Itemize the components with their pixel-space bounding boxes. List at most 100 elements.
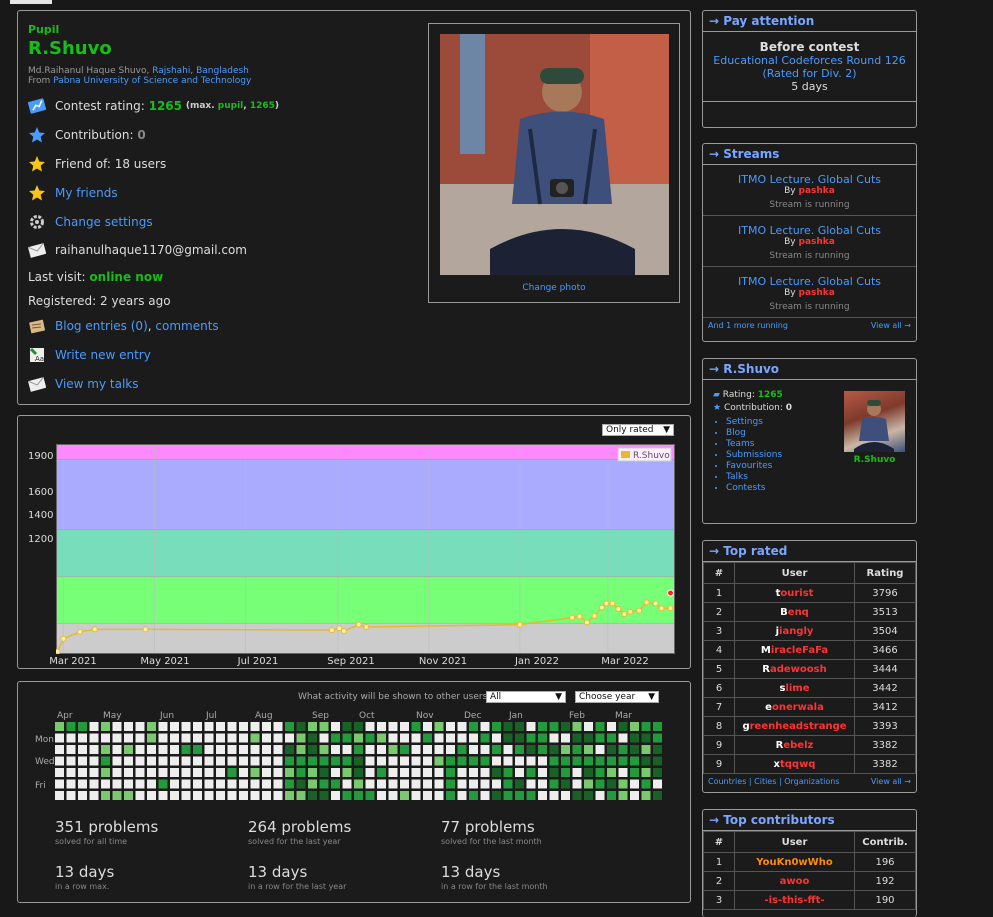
activity-day-cell[interactable] <box>561 779 570 789</box>
activity-day-cell[interactable] <box>549 733 559 743</box>
activity-day-cell[interactable] <box>411 791 421 800</box>
activity-day-cell[interactable] <box>503 779 513 789</box>
activity-day-cell[interactable] <box>227 745 237 754</box>
activity-day-cell[interactable] <box>250 745 260 754</box>
activity-day-cell[interactable] <box>101 722 110 731</box>
activity-day-cell[interactable] <box>515 756 524 766</box>
activity-day-cell[interactable] <box>227 779 237 789</box>
stream-title-link[interactable]: ITMO Lecture. Global Cuts <box>703 173 916 186</box>
activity-day-cell[interactable] <box>641 745 651 754</box>
activity-day-cell[interactable] <box>618 722 628 731</box>
activity-day-cell[interactable] <box>147 756 156 766</box>
activity-day-cell[interactable] <box>388 722 398 731</box>
upcoming-contest-link[interactable]: Educational Codeforces Round 126 (Rated … <box>703 54 916 80</box>
activity-day-cell[interactable] <box>55 779 64 789</box>
activity-day-cell[interactable] <box>273 745 283 754</box>
sidebar-link-talks[interactable]: Talks <box>726 472 782 483</box>
activity-day-cell[interactable] <box>400 722 409 731</box>
activity-day-cell[interactable] <box>239 733 248 743</box>
stream-title-link[interactable]: ITMO Lecture. Global Cuts <box>703 224 916 237</box>
activity-day-cell[interactable] <box>411 756 421 766</box>
activity-day-cell[interactable] <box>561 722 570 731</box>
activity-day-cell[interactable] <box>400 756 409 766</box>
activity-day-cell[interactable] <box>354 745 363 754</box>
activity-day-cell[interactable] <box>89 745 99 754</box>
user-cell[interactable]: xtqqwq <box>734 754 855 774</box>
activity-day-cell[interactable] <box>89 779 99 789</box>
activity-day-cell[interactable] <box>101 756 110 766</box>
activity-day-cell[interactable] <box>411 722 421 731</box>
activity-day-cell[interactable] <box>239 779 248 789</box>
activity-day-cell[interactable] <box>170 768 179 777</box>
activity-day-cell[interactable] <box>216 791 225 800</box>
activity-day-cell[interactable] <box>181 791 191 800</box>
activity-day-cell[interactable] <box>147 722 156 731</box>
activity-day-cell[interactable] <box>503 745 513 754</box>
activity-day-cell[interactable] <box>227 791 237 800</box>
activity-day-cell[interactable] <box>193 733 202 743</box>
activity-day-cell[interactable] <box>572 791 582 800</box>
user-cell[interactable]: Radewoosh <box>734 659 855 679</box>
activity-day-cell[interactable] <box>423 768 432 777</box>
activity-day-cell[interactable] <box>250 779 260 789</box>
activity-day-cell[interactable] <box>204 756 214 766</box>
activity-day-cell[interactable] <box>239 745 248 754</box>
activity-day-cell[interactable] <box>204 722 214 731</box>
user-cell[interactable]: YouKn0wWho <box>734 852 855 872</box>
activity-day-cell[interactable] <box>538 791 547 800</box>
stream-item[interactable]: ITMO Lecture. Global Cuts By pashka Stre… <box>703 165 916 216</box>
activity-day-cell[interactable] <box>446 722 455 731</box>
activity-day-cell[interactable] <box>101 779 110 789</box>
activity-day-cell[interactable] <box>89 791 99 800</box>
activity-day-cell[interactable] <box>285 745 294 754</box>
write-entry-link[interactable]: Write new entry <box>55 348 151 362</box>
activity-day-cell[interactable] <box>434 791 444 800</box>
activity-day-cell[interactable] <box>112 779 122 789</box>
organization-link[interactable]: Pabna University of Science and Technolo… <box>53 76 251 86</box>
activity-day-cell[interactable] <box>204 779 214 789</box>
activity-day-cell[interactable] <box>653 779 662 789</box>
activity-day-cell[interactable] <box>492 745 501 754</box>
activity-day-cell[interactable] <box>342 733 352 743</box>
user-cell[interactable]: jiangly <box>734 621 855 641</box>
activity-day-cell[interactable] <box>158 745 168 754</box>
activity-day-cell[interactable] <box>342 756 352 766</box>
activity-day-cell[interactable] <box>480 791 490 800</box>
activity-day-cell[interactable] <box>216 756 225 766</box>
activity-day-cell[interactable] <box>549 722 559 731</box>
activity-day-cell[interactable] <box>319 768 329 777</box>
activity-day-cell[interactable] <box>526 756 536 766</box>
activity-day-cell[interactable] <box>618 745 628 754</box>
activity-day-cell[interactable] <box>204 733 214 743</box>
user-cell[interactable]: awoo <box>734 871 855 891</box>
activity-day-cell[interactable] <box>55 733 64 743</box>
activity-day-cell[interactable] <box>446 733 455 743</box>
activity-day-cell[interactable] <box>607 791 616 800</box>
my-friends-row[interactable]: My friends <box>28 184 118 202</box>
activity-day-cell[interactable] <box>653 722 662 731</box>
activity-day-cell[interactable] <box>66 779 76 789</box>
activity-day-cell[interactable] <box>469 779 478 789</box>
activity-day-cell[interactable] <box>101 745 110 754</box>
sidebar-link-blog[interactable]: Blog <box>726 428 782 439</box>
activity-day-cell[interactable] <box>584 779 593 789</box>
activity-day-cell[interactable] <box>365 779 375 789</box>
activity-day-cell[interactable] <box>641 791 651 800</box>
stream-author-link[interactable]: pashka <box>799 288 835 298</box>
activity-day-cell[interactable] <box>262 756 271 766</box>
activity-day-cell[interactable] <box>457 733 467 743</box>
activity-day-cell[interactable] <box>216 779 225 789</box>
activity-day-cell[interactable] <box>400 745 409 754</box>
activity-day-cell[interactable] <box>204 745 214 754</box>
activity-day-cell[interactable] <box>147 768 156 777</box>
change-settings-link[interactable]: Change settings <box>55 215 153 229</box>
activity-day-cell[interactable] <box>181 756 191 766</box>
activity-day-cell[interactable] <box>66 745 76 754</box>
activity-day-cell[interactable] <box>400 733 409 743</box>
stream-item[interactable]: ITMO Lecture. Global Cuts By pashka Stre… <box>703 267 916 318</box>
activity-day-cell[interactable] <box>170 791 179 800</box>
activity-day-cell[interactable] <box>124 791 133 800</box>
activity-day-cell[interactable] <box>641 779 651 789</box>
activity-day-cell[interactable] <box>607 756 616 766</box>
activity-day-cell[interactable] <box>78 791 87 800</box>
